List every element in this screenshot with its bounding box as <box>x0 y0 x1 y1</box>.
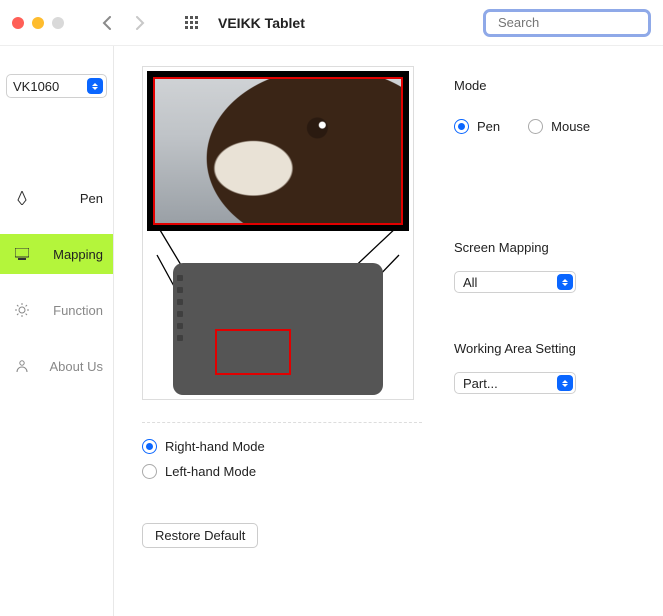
radio-icon <box>142 439 157 454</box>
window-controls <box>12 17 64 29</box>
mode-mouse-radio[interactable]: Mouse <box>528 119 590 134</box>
mapping-lines <box>147 231 409 263</box>
mapping-icon <box>14 248 30 260</box>
radio-label: Left-hand Mode <box>165 464 256 479</box>
select-value: All <box>463 275 477 290</box>
restore-default-button[interactable]: Restore Default <box>142 523 258 548</box>
minimize-window-button[interactable] <box>32 17 44 29</box>
close-window-button[interactable] <box>12 17 24 29</box>
radio-label: Mouse <box>551 119 590 134</box>
sidebar-item-label: About Us <box>50 359 103 374</box>
mode-label: Mode <box>454 78 635 93</box>
working-area-select[interactable]: Part... <box>454 372 576 394</box>
screen-mapping-label: Screen Mapping <box>454 240 635 255</box>
device-select[interactable]: VK1060 <box>6 74 107 98</box>
radio-icon <box>454 119 469 134</box>
gear-icon <box>14 303 30 317</box>
radio-label: Pen <box>477 119 500 134</box>
mode-pen-radio[interactable]: Pen <box>454 119 500 134</box>
sidebar-item-mapping[interactable]: Mapping <box>0 234 113 274</box>
titlebar: VEIKK Tablet <box>0 0 663 46</box>
sidebar-item-label: Pen <box>80 191 103 206</box>
select-arrows-icon <box>557 375 573 391</box>
left-hand-radio[interactable]: Left-hand Mode <box>142 464 422 479</box>
app-title: VEIKK Tablet <box>218 15 305 31</box>
back-button[interactable] <box>96 12 118 34</box>
select-value: Part... <box>463 376 498 391</box>
radio-label: Right-hand Mode <box>165 439 265 454</box>
radio-icon <box>142 464 157 479</box>
screen-mapping-select[interactable]: All <box>454 271 576 293</box>
sidebar-item-label: Mapping <box>53 247 103 262</box>
sidebar-item-label: Function <box>53 303 103 318</box>
apps-grid-icon[interactable] <box>180 12 202 34</box>
working-area-label: Working Area Setting <box>454 341 635 356</box>
sidebar: VK1060 Pen Mapping Function About <box>0 46 114 616</box>
mapping-preview <box>142 66 414 400</box>
device-select-value: VK1060 <box>13 79 59 94</box>
radio-icon <box>528 119 543 134</box>
select-arrows-icon <box>557 274 573 290</box>
zoom-window-button <box>52 17 64 29</box>
pen-icon <box>14 191 30 205</box>
screen-preview <box>147 71 409 231</box>
working-area-frame[interactable] <box>215 329 291 375</box>
select-arrows-icon <box>87 78 103 94</box>
search-input[interactable] <box>498 15 663 30</box>
divider <box>142 422 422 423</box>
tablet-preview <box>173 263 383 395</box>
about-icon <box>14 359 30 373</box>
screen-mapping-frame <box>153 77 403 225</box>
sidebar-item-pen[interactable]: Pen <box>0 178 113 218</box>
sidebar-item-about[interactable]: About Us <box>0 346 113 386</box>
search-field[interactable] <box>483 9 651 37</box>
forward-button[interactable] <box>128 12 150 34</box>
right-hand-radio[interactable]: Right-hand Mode <box>142 439 422 454</box>
sidebar-item-function[interactable]: Function <box>0 290 113 330</box>
